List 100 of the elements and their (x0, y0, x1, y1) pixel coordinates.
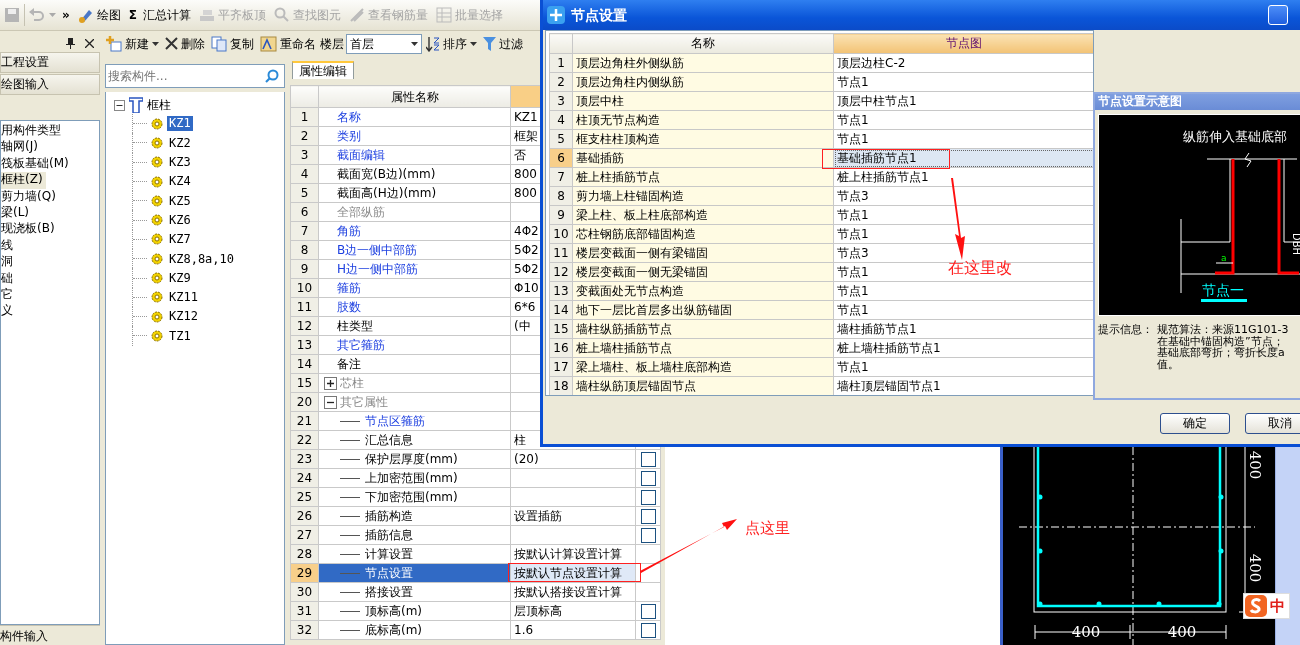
toolbar-button[interactable]: Σ 汇总计算 (126, 7, 193, 23)
panel-button[interactable]: 绘图输入 (0, 74, 100, 95)
tree-item[interactable]: TZ1 (167, 328, 193, 344)
category-item[interactable]: 线 (1, 237, 99, 255)
gear-icon (151, 252, 163, 265)
property-name: 计算设置 (365, 547, 413, 562)
cancel-button[interactable]: 取消 (1245, 413, 1300, 434)
overflow-chevron[interactable]: » (60, 7, 72, 23)
category-item[interactable]: 梁(L) (1, 204, 99, 222)
checkbox[interactable] (640, 622, 656, 638)
funnel-icon (483, 37, 496, 51)
node-label: 节点一 (1202, 282, 1244, 298)
tree-item[interactable]: KZ4 (167, 174, 193, 189)
tree-item[interactable]: KZ12 (167, 309, 200, 324)
dimension-label: 400 (1246, 450, 1264, 480)
property-value[interactable]: 800 (514, 167, 537, 182)
category-item[interactable]: 轴网(J) (1, 139, 99, 156)
tree-item[interactable]: KZ6 (167, 212, 193, 228)
tree-item[interactable]: KZ9 (167, 270, 193, 286)
property-value[interactable]: 1.6 (514, 623, 534, 638)
category-item[interactable]: 筏板基础(M) (1, 155, 99, 173)
collapse-icon[interactable] (114, 99, 125, 111)
property-value[interactable]: 5Φ2 (514, 262, 539, 277)
property-name: 全部纵筋 (337, 205, 385, 220)
property-value[interactable]: 6*6 (514, 300, 536, 315)
property-value[interactable]: (中 (514, 319, 531, 334)
maximize-button[interactable] (1268, 5, 1288, 25)
dimension-label: 400 (1071, 623, 1101, 641)
caret-icon (470, 42, 477, 46)
tree-item[interactable]: KZ8,8a,10 (167, 251, 237, 266)
tree-item[interactable]: KZ5 (167, 193, 193, 209)
category-item[interactable]: 剪力墙(Q) (1, 188, 99, 205)
delete-button[interactable]: 删除 (163, 36, 207, 52)
category-item[interactable]: 础 (1, 270, 99, 287)
gear-icon (151, 233, 163, 246)
tree-item[interactable]: KZ7 (167, 232, 193, 247)
undo-icon (29, 8, 45, 22)
property-value[interactable]: 柱 (514, 433, 526, 448)
property-name: 箍筋 (337, 281, 361, 296)
tree-item[interactable]: KZ2 (167, 135, 193, 151)
property-value[interactable]: 否 (514, 148, 526, 163)
gear-icon (151, 291, 163, 304)
expander-icon[interactable] (324, 376, 337, 390)
property-value[interactable]: (20) (514, 452, 539, 467)
panel-tab[interactable]: 属性编辑 (292, 61, 354, 80)
property-value[interactable]: KZ1 (514, 110, 538, 125)
new-button[interactable]: 新建 (104, 36, 161, 52)
toolbar-button[interactable]: 绘图 (75, 7, 123, 23)
hint-label: 提示信息： (1098, 324, 1153, 338)
category-item[interactable]: 框柱(Z) (1, 172, 46, 189)
sort-button[interactable]: 排序 (424, 36, 479, 52)
property-value[interactable]: 5Φ2 (514, 243, 539, 258)
gear-icon (151, 194, 163, 207)
property-name: 截面宽(B边)(mm) (337, 167, 436, 182)
copy-icon (211, 36, 227, 52)
save-icon (4, 7, 20, 23)
tree-item[interactable]: KZ3 (167, 155, 193, 170)
panel-tab[interactable]: 构件输入 (0, 625, 100, 645)
category-item[interactable]: 洞 (1, 254, 99, 271)
property-name: 类别 (337, 129, 361, 144)
checkbox[interactable] (640, 527, 656, 543)
search-field[interactable]: 搜索构件... (105, 64, 285, 88)
gear-icon (151, 175, 163, 188)
tree-item[interactable]: KZ1 (167, 116, 193, 131)
rename-button[interactable]: 重命名 (258, 36, 318, 52)
pin-icon (66, 37, 75, 49)
dimension-label: DBH (1291, 233, 1300, 256)
category-item[interactable]: 义 (1, 303, 99, 320)
property-name: 保护层厚度(mm) (365, 452, 458, 467)
checkbox[interactable] (640, 489, 656, 505)
tree-item[interactable]: 框柱 (147, 97, 171, 113)
property-value[interactable]: 框架 (514, 129, 538, 144)
gear-icon (151, 329, 163, 342)
property-value[interactable]: Φ10 (514, 281, 539, 296)
close-icon (85, 38, 94, 48)
property-name: 截面编辑 (337, 148, 385, 163)
property-value[interactable]: 800 (514, 186, 537, 201)
copy-button[interactable]: 复制 (209, 36, 256, 52)
property-name: 搭接设置 (365, 585, 413, 600)
checkbox[interactable] (640, 451, 656, 467)
property-value[interactable]: 4Φ2 (514, 224, 539, 239)
checkbox[interactable] (640, 470, 656, 486)
expander-icon[interactable] (324, 395, 337, 409)
floor-select[interactable]: 首层 (346, 34, 422, 54)
panel-button[interactable]: 工程设置 (0, 52, 100, 73)
search-icon (273, 7, 290, 23)
checkbox[interactable] (640, 603, 656, 619)
dimension-label: a (1221, 253, 1227, 263)
category-item[interactable]: 它 (1, 286, 99, 304)
brush-icon (77, 7, 94, 23)
search-icon (265, 69, 279, 83)
category-item[interactable]: 用构件类型 (1, 123, 99, 140)
stack-icon (198, 7, 215, 23)
window-title: 节点设置 (571, 6, 627, 24)
filter-button[interactable]: 过滤 (481, 36, 525, 52)
checkbox[interactable] (640, 508, 656, 524)
category-item[interactable]: 现浇板(B) (1, 221, 99, 238)
tree-item[interactable]: KZ11 (167, 290, 200, 305)
cross-icon (165, 37, 178, 51)
ok-button[interactable]: 确定 (1160, 413, 1230, 434)
